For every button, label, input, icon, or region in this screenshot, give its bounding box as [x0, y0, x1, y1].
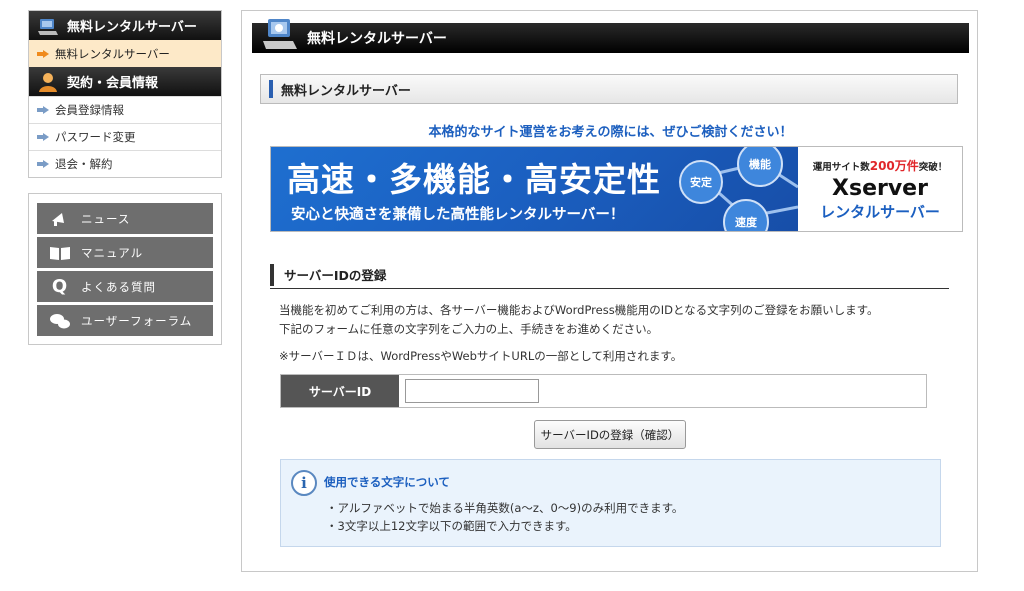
q-icon: Q [51, 276, 69, 297]
banner-headline: 高速・多機能・高安定性 [287, 160, 661, 199]
description-line-2: 下記のフォームに任意の文字列をご入力の上、手続きをお進めください。 [279, 322, 659, 336]
arrow-right-icon [37, 106, 49, 114]
sidebar-links: ニュース マニュアル Q よくある質問 ユーザーフォーラム [28, 193, 222, 345]
banner-subline: 安心と快適さを兼備した高性能レンタルサーバー！ [291, 207, 625, 223]
sidebar-item-password[interactable]: パスワード変更 [29, 123, 221, 150]
banner-left: 高速・多機能・高安定性 安心と快適さを兼備した高性能レンタルサーバー！ 安定 機… [271, 147, 798, 231]
server-icon [260, 17, 298, 53]
sidebar-menu: 無料レンタルサーバー 無料レンタルサーバー 契約・会員情報 会員登録情報 パスワ… [28, 10, 222, 178]
sidebar-item-label: パスワード変更 [55, 130, 136, 144]
sidebar-section-account: 契約・会員情報 [29, 67, 221, 96]
banner-brand-sub: レンタルサーバー [820, 202, 940, 221]
description-line-1: 当機能を初めてご利用の方は、各サーバー機能およびWordPress機能用のIDと… [279, 303, 879, 317]
server-id-note: ※サーバーＩＤは、WordPressやWebサイトURLの一部として利用されます… [279, 349, 683, 363]
book-icon [49, 244, 71, 262]
register-title: サーバーIDの登録 [284, 268, 387, 283]
info-line-1: ・アルファベットで始まる半角英数(a〜z、0〜9)のみ利用できます。 [326, 501, 684, 515]
news-label: ニュース [81, 211, 131, 226]
news-button[interactable]: ニュース [37, 203, 213, 234]
sidebar-item-member-info[interactable]: 会員登録情報 [29, 96, 221, 123]
register-heading: サーバーIDの登録 [270, 261, 949, 289]
info-title: 使用できる文字について [324, 475, 450, 489]
sidebar-item-label: 会員登録情報 [55, 103, 124, 117]
chat-bubbles-icon [49, 312, 71, 330]
sidebar-section-title: 契約・会員情報 [67, 76, 159, 91]
server-icon [37, 15, 59, 37]
faq-button[interactable]: Q よくある質問 [37, 271, 213, 302]
heading-marker [269, 80, 273, 98]
main-panel: 無料レンタルサーバー 無料レンタルサーバー 本格的なサイト運営をお考えの際には、… [241, 10, 978, 572]
arrow-right-icon [37, 49, 49, 58]
sidebar-item-cancel[interactable]: 退会・解約 [29, 150, 221, 177]
forum-label: ユーザーフォーラム [81, 313, 193, 328]
page-title: 無料レンタルサーバー [307, 31, 447, 47]
user-icon [37, 71, 59, 93]
info-line-2: ・3文字以上12文字以下の範囲で入力できます。 [326, 519, 577, 533]
banner-bubble-stability: 安定 [679, 160, 723, 204]
faq-label: よくある質問 [81, 279, 156, 294]
server-id-form-row: サーバーID [280, 374, 927, 408]
sidebar: 無料レンタルサーバー 無料レンタルサーバー 契約・会員情報 会員登録情報 パスワ… [28, 10, 222, 345]
banner-tag-prefix: 運用サイト数 [812, 161, 870, 173]
sidebar-item-free-server[interactable]: 無料レンタルサーバー [29, 40, 221, 67]
sidebar-section-server: 無料レンタルサーバー [29, 11, 221, 40]
info-icon: i [291, 470, 317, 496]
promo-text: 本格的なサイト運営をお考えの際には、ぜひご検討ください！ [428, 125, 793, 140]
banner-tagline: 運用サイト数200万件突破！ [813, 157, 948, 174]
server-id-label: サーバーID [281, 375, 399, 407]
heading-marker [270, 263, 274, 286]
sidebar-item-label: 無料レンタルサーバー [55, 46, 170, 61]
server-id-input[interactable] [405, 379, 539, 403]
forum-button[interactable]: ユーザーフォーラム [37, 305, 213, 336]
server-id-field-cell [399, 375, 926, 407]
manual-label: マニュアル [81, 245, 144, 260]
xserver-banner[interactable]: 高速・多機能・高安定性 安心と快適さを兼備した高性能レンタルサーバー！ 安定 機… [270, 146, 963, 232]
sidebar-section-title: 無料レンタルサーバー [67, 20, 197, 35]
manual-button[interactable]: マニュアル [37, 237, 213, 268]
info-box: i 使用できる文字について ・アルファベットで始まる半角英数(a〜z、0〜9)の… [280, 459, 941, 547]
banner-tag-suffix: 突破！ [918, 161, 948, 173]
arrow-right-icon [37, 160, 49, 168]
arrow-right-icon [37, 133, 49, 141]
banner-tag-number: 200万件 [869, 158, 919, 173]
section-heading: 無料レンタルサーバー [260, 74, 958, 104]
megaphone-icon [49, 210, 71, 228]
page-title-bar: 無料レンタルサーバー [252, 19, 969, 53]
section-title: 無料レンタルサーバー [281, 83, 411, 99]
banner-brand: Xserver [832, 175, 928, 201]
banner-right: 運用サイト数200万件突破！ Xserver レンタルサーバー [798, 147, 962, 231]
register-confirm-button[interactable]: サーバーIDの登録（確認） [534, 420, 686, 449]
sidebar-item-label: 退会・解約 [55, 157, 113, 171]
